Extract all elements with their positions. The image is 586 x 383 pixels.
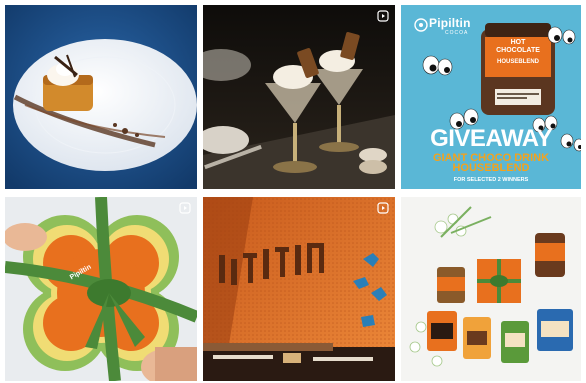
dessert-plate-post[interactable]: [5, 5, 197, 189]
brand-name: Pipiltin: [429, 16, 471, 30]
giveaway-title: GIVEAWAY: [430, 125, 552, 152]
reel-icon: [179, 202, 191, 214]
restaurant-interior-post[interactable]: [203, 197, 395, 381]
instagram-feed-grid: Pipiltin COCOA HOT CHOCOLATE HOUSEBLEND …: [5, 5, 581, 381]
jar-label-blend: HOUSEBLEND: [496, 59, 539, 65]
restaurant-interior-image: [203, 197, 395, 381]
jar-label-title: HOT CHOCOLATE: [496, 39, 540, 54]
giveaway-note: FOR SELECTED 2 WINNERS: [453, 177, 529, 183]
reel-icon: [377, 10, 389, 22]
products-flatlay-image: [401, 197, 581, 381]
brand-subtitle: COCOA: [445, 30, 469, 36]
sundae-glasses-post[interactable]: [203, 5, 395, 189]
sundae-glasses-image: [203, 5, 395, 189]
gift-box-image: [5, 197, 197, 381]
giveaway-subtitle-2: HOUSEBLEND: [452, 162, 530, 174]
products-flatlay-post[interactable]: [401, 197, 581, 381]
gift-box-post[interactable]: Pipiltin: [5, 197, 197, 381]
reel-icon: [377, 202, 389, 214]
dessert-plate-image: [5, 5, 197, 189]
giveaway-post[interactable]: Pipiltin COCOA HOT CHOCOLATE HOUSEBLEND …: [401, 5, 581, 189]
